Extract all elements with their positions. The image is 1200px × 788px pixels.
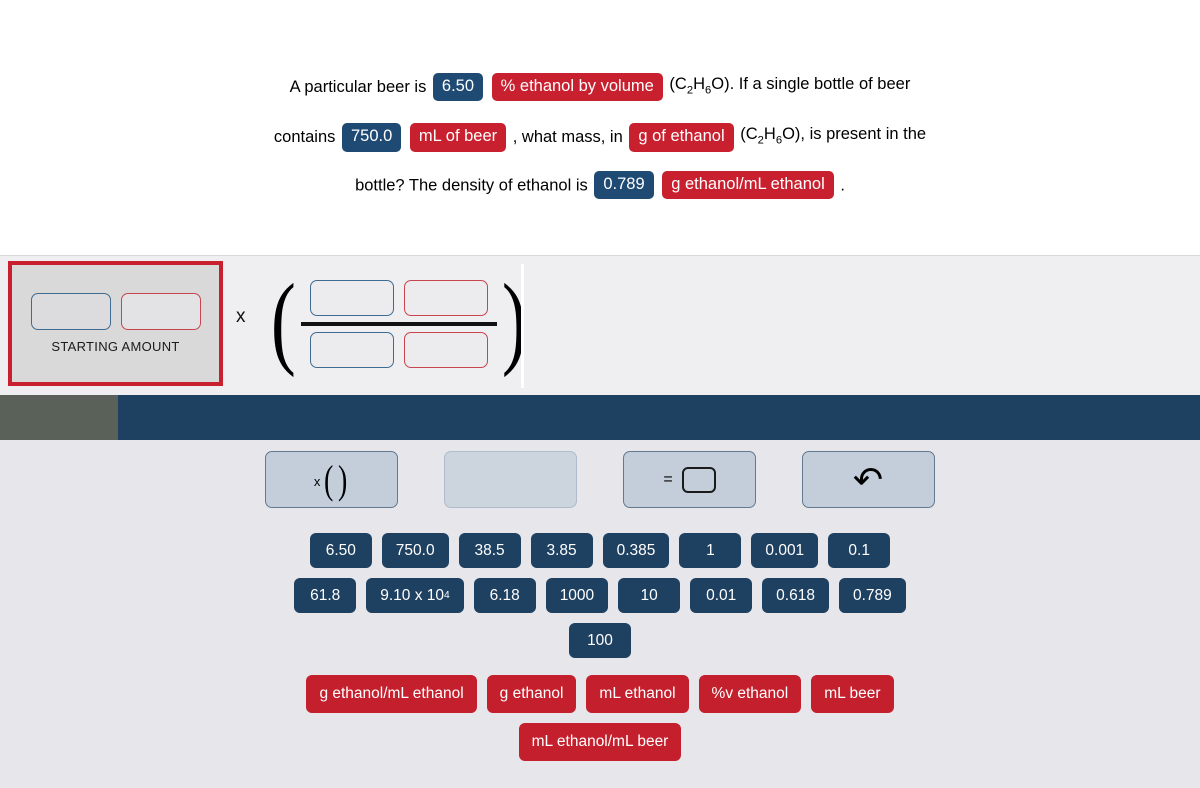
starting-amount-unit-slot[interactable] (120, 293, 201, 330)
denominator-value-slot[interactable] (309, 332, 394, 368)
band-segment-navy (118, 395, 1200, 440)
sci-mantissa: 9.10 x 10 (380, 586, 444, 604)
problem-line1-suffix: If a single bottle of beer (738, 75, 911, 93)
problem-line1-prefix: A particular beer is (289, 78, 427, 97)
problem-line-1: A particular beer is 6.50 % ethanol by v… (250, 62, 950, 112)
problem-statement: A particular beer is 6.50 % ethanol by v… (0, 0, 1200, 255)
answer-palette: x ( ) = ↷ 6.50 750.0 38.5 3.85 0.385 1 0… (0, 440, 1200, 788)
unit-tile[interactable]: mL ethanol/mL beer (518, 723, 682, 761)
starting-amount-box[interactable]: STARTING AMOUNT (8, 261, 223, 386)
formula-ethanol-2: (C2H6O), is present in the (740, 125, 927, 147)
equation-work-area: STARTING AMOUNT x ( ) (0, 255, 1200, 395)
unit-tile[interactable]: g ethanol (486, 675, 577, 713)
number-tile[interactable]: 10 (618, 578, 681, 613)
token-mass-unit: g of ethanol (629, 123, 734, 152)
toolbar-row: x ( ) = ↷ (0, 451, 1200, 508)
token-volume-unit: mL of beer (409, 123, 507, 152)
problem-line3-period: . (840, 176, 845, 195)
numerator-unit-slot[interactable] (403, 280, 488, 316)
number-tile[interactable]: 0.385 (602, 533, 670, 568)
token-density-unit: g ethanol/mL ethanol (662, 171, 834, 200)
undo-icon: ↷ (853, 458, 884, 500)
number-tile[interactable]: 3.85 (530, 533, 593, 568)
answer-box-icon (681, 466, 716, 493)
work-area-divider (521, 264, 524, 388)
number-tile[interactable]: 750.0 (381, 533, 449, 568)
paren-open-icon: ( (324, 456, 334, 502)
number-tile[interactable]: 1 (679, 533, 742, 568)
number-tile[interactable]: 0.789 (838, 578, 906, 613)
number-tile[interactable]: 6.18 (473, 578, 536, 613)
problem-line2-prefix: contains (273, 128, 336, 147)
section-band (0, 395, 1200, 440)
problem-text: A particular beer is 6.50 % ethanol by v… (250, 62, 950, 207)
number-tile[interactable]: 0.1 (828, 533, 891, 568)
problem-line-3: bottle? The density of ethanol is 0.789 … (250, 163, 950, 208)
blank-disabled-button (444, 451, 577, 508)
unit-tile[interactable]: g ethanol/mL ethanol (306, 675, 477, 713)
fraction-bar (300, 322, 497, 326)
multiply-symbol: x (236, 306, 246, 327)
equals-icon: = (663, 470, 673, 488)
sci-exponent: 4 (444, 590, 450, 601)
conversion-fraction (300, 280, 497, 368)
problem-line3-prefix: bottle? The density of ethanol is (355, 176, 588, 195)
number-tiles-row-1: 6.50 750.0 38.5 3.85 0.385 1 0.001 0.1 (0, 533, 1200, 568)
paren-close-icon: ) (337, 456, 348, 502)
number-tiles-row-3: 100 (0, 623, 1200, 658)
formula-ethanol-1: (C2H6O). If a single bottle of beer (669, 75, 911, 97)
denominator-unit-slot[interactable] (403, 332, 488, 368)
undo-button[interactable]: ↷ (802, 451, 935, 508)
number-tile[interactable]: 0.001 (751, 533, 819, 568)
token-volume-value: 750.0 (341, 123, 402, 152)
problem-line2-middle: , what mass, in (512, 128, 623, 147)
number-tile[interactable]: 0.618 (762, 578, 829, 613)
problem-line-2: contains 750.0 mL of beer , what mass, i… (250, 112, 950, 162)
unit-tiles-row-1: g ethanol/mL ethanol g ethanol mL ethano… (0, 675, 1200, 713)
token-percent-unit: % ethanol by volume (491, 73, 663, 102)
multiply-parentheses-button[interactable]: x ( ) (265, 451, 398, 508)
unit-tile[interactable]: mL ethanol (586, 675, 689, 713)
starting-amount-value-slot[interactable] (30, 293, 111, 330)
number-tile[interactable]: 38.5 (458, 533, 521, 568)
number-tiles-row-2: 61.8 9.10 x 10 4 6.18 1000 10 0.01 0.618 … (0, 578, 1200, 613)
token-density-value: 0.789 (594, 171, 654, 200)
unit-tile[interactable]: mL beer (811, 675, 894, 713)
problem-line2-suffix: is present in the (809, 125, 927, 144)
number-tile[interactable]: 100 (569, 623, 631, 658)
number-tile[interactable]: 0.01 (690, 578, 753, 613)
number-tile[interactable]: 1000 (545, 578, 609, 613)
numerator-row (309, 280, 488, 316)
starting-amount-slots (30, 293, 201, 330)
denominator-row (309, 332, 488, 368)
number-tile[interactable]: 61.8 (294, 578, 357, 613)
unit-tile[interactable]: %v ethanol (698, 675, 802, 713)
multiply-x-label: x (313, 474, 321, 489)
unit-tiles-row-2: mL ethanol/mL beer (0, 723, 1200, 761)
number-tile[interactable]: 6.50 (309, 533, 372, 568)
band-segment-olive (0, 395, 118, 440)
equals-box-button[interactable]: = (623, 451, 756, 508)
numerator-value-slot[interactable] (309, 280, 394, 316)
number-tile-scientific[interactable]: 9.10 x 10 4 (366, 578, 464, 613)
token-percent-value: 6.50 (432, 73, 484, 102)
conversion-factor-group: ( ) (270, 263, 527, 378)
starting-amount-label: STARTING AMOUNT (51, 339, 180, 354)
